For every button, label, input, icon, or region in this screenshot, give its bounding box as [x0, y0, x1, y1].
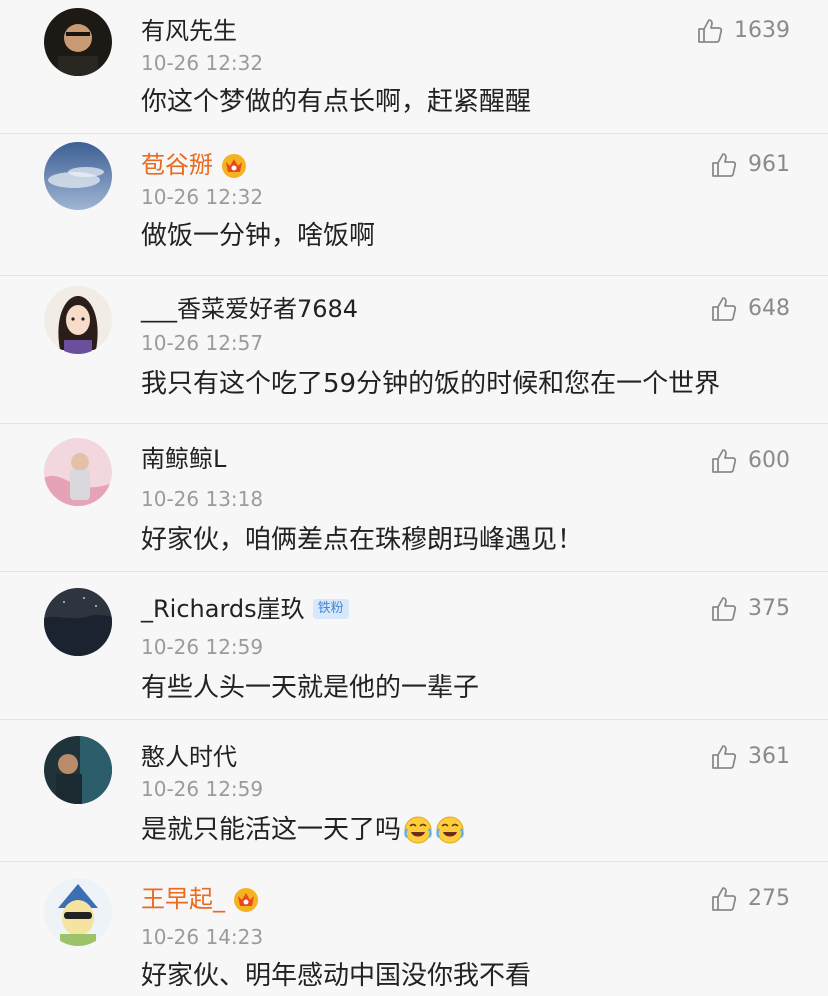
- thumbs-up-icon: [710, 447, 738, 475]
- timestamp: 10-26 12:59: [141, 777, 264, 801]
- comment-text: 好家伙、明年感动中国没你我不看: [141, 961, 532, 991]
- like-count: 600: [748, 448, 790, 473]
- timestamp: 10-26 12:57: [141, 331, 264, 355]
- comment-item: 憨人时代 10-26 12:59 是就只能活这一天了吗 361: [0, 720, 828, 862]
- comment-item: 王早起_ 10-26 14:23 好家伙、明年感动中国没你我不看 275: [0, 862, 828, 996]
- like-count: 361: [748, 744, 790, 769]
- timestamp: 10-26 12:59: [141, 635, 264, 659]
- laugh-cry-emoji-icon: [403, 815, 433, 845]
- name-row: _Richards崖玖 铁粉: [141, 592, 349, 626]
- thumbs-up-icon: [696, 17, 724, 45]
- like-count: 375: [748, 596, 790, 621]
- comment-text: 有些人头一天就是他的一辈子: [141, 673, 480, 703]
- avatar[interactable]: [44, 438, 112, 506]
- comment-list: 有风先生 10-26 12:32 你这个梦做的有点长啊，赶紧醒醒 1639 苞谷…: [0, 0, 828, 996]
- comment-item: 苞谷掰 10-26 12:32 做饭一分钟，啥饭啊 961: [0, 134, 828, 276]
- username[interactable]: 王早起_: [141, 882, 225, 916]
- comment-text: 你这个梦做的有点长啊，赶紧醒醒: [141, 87, 532, 117]
- thumbs-up-icon: [710, 151, 738, 179]
- comment-item: _Richards崖玖 铁粉 10-26 12:59 有些人头一天就是他的一辈子…: [0, 572, 828, 720]
- avatar[interactable]: [44, 588, 112, 656]
- username[interactable]: 憨人时代: [141, 740, 237, 774]
- avatar[interactable]: [44, 8, 112, 76]
- comment-item: ___香菜爱好者7684 10-26 12:57 我只有这个吃了59分钟的饭的时…: [0, 276, 828, 424]
- comment-item: 有风先生 10-26 12:32 你这个梦做的有点长啊，赶紧醒醒 1639: [0, 0, 828, 134]
- like-button[interactable]: 648: [710, 294, 790, 324]
- thumbs-up-icon: [710, 743, 738, 771]
- like-button[interactable]: 375: [710, 594, 790, 624]
- like-button[interactable]: 961: [710, 150, 790, 180]
- name-row: 南鲸鲸L: [141, 442, 226, 476]
- timestamp: 10-26 13:18: [141, 487, 264, 511]
- timestamp: 10-26 12:32: [141, 185, 264, 209]
- like-button[interactable]: 275: [710, 884, 790, 914]
- comment-text: 我只有这个吃了59分钟的饭的时候和您在一个世界: [141, 369, 721, 399]
- like-button[interactable]: 361: [710, 742, 790, 772]
- username[interactable]: 苞谷掰: [141, 148, 213, 182]
- thumbs-up-icon: [710, 595, 738, 623]
- like-count: 648: [748, 296, 790, 321]
- username[interactable]: 南鲸鲸L: [141, 442, 226, 476]
- like-button[interactable]: 600: [710, 446, 790, 476]
- comment-text: 是就只能活这一天了吗: [141, 812, 465, 848]
- comment-text: 好家伙，咱俩差点在珠穆朗玛峰遇见！: [141, 525, 584, 555]
- avatar[interactable]: [44, 142, 112, 210]
- comment-item: 南鲸鲸L 10-26 13:18 好家伙，咱俩差点在珠穆朗玛峰遇见！ 600: [0, 424, 828, 572]
- thumbs-up-icon: [710, 295, 738, 323]
- avatar[interactable]: [44, 286, 112, 354]
- name-row: 王早起_: [141, 882, 261, 916]
- like-count: 1639: [734, 18, 790, 43]
- username[interactable]: _Richards崖玖: [141, 592, 305, 626]
- username[interactable]: 有风先生: [141, 14, 237, 48]
- crown-badge-icon: [231, 884, 261, 914]
- name-row: ___香菜爱好者7684: [141, 292, 358, 326]
- name-row: 有风先生: [141, 14, 237, 48]
- comment-text-content: 是就只能活这一天了吗: [141, 815, 402, 845]
- crown-badge-icon: [219, 150, 249, 180]
- thumbs-up-icon: [710, 885, 738, 913]
- timestamp: 10-26 12:32: [141, 51, 264, 75]
- fan-badge: 铁粉: [312, 599, 349, 619]
- laugh-cry-emoji-icon: [435, 815, 465, 845]
- timestamp: 10-26 14:23: [141, 925, 264, 949]
- like-count: 275: [748, 886, 790, 911]
- like-button[interactable]: 1639: [696, 16, 790, 46]
- username[interactable]: ___香菜爱好者7684: [141, 292, 358, 326]
- comment-text: 做饭一分钟，啥饭啊: [141, 221, 376, 251]
- name-row: 苞谷掰: [141, 148, 249, 182]
- avatar[interactable]: [44, 878, 112, 946]
- like-count: 961: [748, 152, 790, 177]
- name-row: 憨人时代: [141, 740, 237, 774]
- avatar[interactable]: [44, 736, 112, 804]
